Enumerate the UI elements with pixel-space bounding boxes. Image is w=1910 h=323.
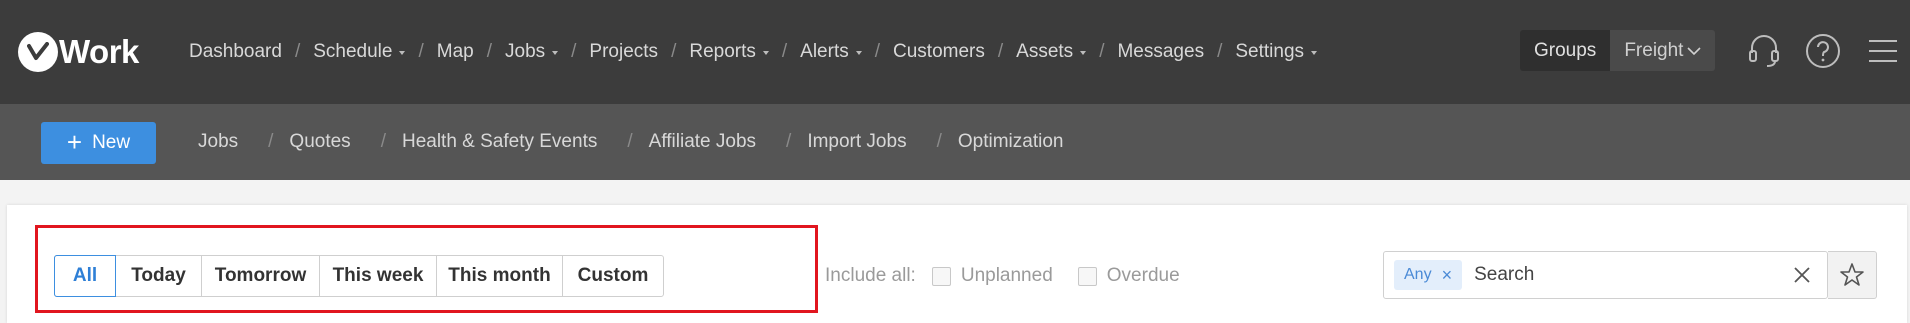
- nav-separator: /: [1099, 41, 1105, 62]
- subnav-separator: /: [268, 131, 274, 152]
- new-button[interactable]: + New: [41, 122, 156, 164]
- subnav-item-affiliate-jobs[interactable]: Affiliate Jobs: [649, 131, 756, 153]
- group-toggle: Groups Freight: [1520, 30, 1716, 71]
- clear-search-icon[interactable]: [1791, 264, 1813, 291]
- app-logo[interactable]: Work: [18, 26, 139, 78]
- nav-separator: /: [997, 41, 1004, 62]
- nav-item-projects[interactable]: Projects: [589, 41, 658, 63]
- subnav-separator: /: [627, 131, 633, 152]
- subnav-item-import-jobs[interactable]: Import Jobs: [807, 131, 906, 153]
- nav-separator: /: [874, 41, 881, 62]
- nav-item-label: Map: [436, 41, 474, 62]
- nav-separator: /: [781, 41, 788, 62]
- caret-down-icon: [399, 51, 406, 55]
- plus-icon: +: [66, 126, 83, 157]
- nav-item-alerts[interactable]: Alerts: [800, 41, 862, 63]
- nav-item-label: Messages: [1117, 41, 1205, 62]
- nav-item-label: Projects: [589, 41, 659, 62]
- nav-separator: /: [1217, 41, 1223, 62]
- help-icon[interactable]: [1805, 33, 1841, 69]
- nav-item-dashboard[interactable]: Dashboard: [189, 41, 282, 63]
- caret-down-icon: [762, 51, 769, 55]
- nav-item-schedule[interactable]: Schedule: [313, 41, 406, 63]
- nav-item-label: Schedule: [313, 41, 393, 62]
- nav-item-label: Settings: [1235, 41, 1305, 62]
- nav-item-label: Assets: [1016, 41, 1074, 62]
- menu-icon[interactable]: [1865, 33, 1901, 69]
- nav-item-customers[interactable]: Customers: [893, 41, 985, 63]
- nav-item-label: Customers: [893, 41, 985, 62]
- nav-separator: /: [571, 41, 577, 62]
- subnav-separator: /: [936, 131, 942, 152]
- nav-item-jobs[interactable]: Jobs: [505, 41, 559, 63]
- nav-separator: /: [671, 41, 677, 62]
- nav-item-map[interactable]: Map: [437, 41, 474, 63]
- caret-down-icon: [1311, 51, 1318, 55]
- search-input[interactable]: [1474, 264, 1775, 286]
- sub-nav: Jobs / Quotes / Health & Safety Events / Affil…: [198, 104, 1063, 180]
- caret-down-icon: [552, 51, 559, 55]
- nav-item-label: Jobs: [505, 41, 546, 62]
- subnav-separator: /: [786, 131, 792, 152]
- nav-item-assets[interactable]: Assets: [1016, 41, 1087, 63]
- freight-dropdown[interactable]: Freight: [1610, 30, 1716, 71]
- unplanned-checkbox[interactable]: [931, 266, 951, 286]
- chevron-down-icon: [1687, 46, 1702, 55]
- freight-label: Freight: [1624, 39, 1684, 61]
- v-check-logo-icon: [18, 32, 58, 72]
- overdue-checkbox[interactable]: [1077, 266, 1097, 286]
- nav-item-label: Dashboard: [189, 41, 282, 62]
- nav-item-reports[interactable]: Reports: [689, 41, 769, 63]
- overdue-label: Overdue: [1106, 265, 1180, 286]
- new-button-label: New: [92, 132, 131, 153]
- filter-chip-any[interactable]: Any ×: [1394, 260, 1463, 290]
- nav-separator: /: [486, 41, 492, 62]
- main-nav: Dashboard / Schedule / Map / Jobs / Projects / Rep…: [189, 0, 1318, 104]
- include-all-label: Include all:: [825, 265, 916, 286]
- nav-item-label: Reports: [689, 41, 756, 62]
- unplanned-label: Unplanned: [960, 265, 1053, 286]
- caret-down-icon: [1080, 51, 1087, 55]
- include-all-filters: Include all: Unplanned Overdue: [825, 264, 1180, 288]
- nav-separator: /: [418, 41, 424, 62]
- brand-name: Work: [59, 33, 139, 70]
- headset-icon[interactable]: [1746, 33, 1782, 69]
- nav-item-messages[interactable]: Messages: [1117, 41, 1204, 63]
- subnav-item-optimization[interactable]: Optimization: [958, 131, 1064, 153]
- chip-label: Any: [1404, 266, 1432, 283]
- highlight-annotation: [35, 225, 818, 313]
- subnav-item-health-safety-events[interactable]: Health & Safety Events: [402, 131, 597, 153]
- chip-remove-icon[interactable]: ×: [1442, 265, 1453, 286]
- search-box: Any ×: [1383, 251, 1828, 299]
- nav-item-settings[interactable]: Settings: [1235, 41, 1318, 63]
- sub-navbar: + New Jobs / Quotes / Health & Safety Events…: [0, 104, 1910, 180]
- nav-separator: /: [294, 41, 301, 62]
- subnav-item-quotes[interactable]: Quotes: [289, 131, 350, 153]
- nav-item-label: Alerts: [800, 41, 849, 62]
- favorite-star-button[interactable]: [1828, 251, 1877, 299]
- subnav-item-jobs[interactable]: Jobs: [198, 131, 238, 153]
- caret-down-icon: [855, 51, 862, 55]
- groups-button[interactable]: Groups: [1520, 30, 1611, 71]
- top-navbar: Work Dashboard / Schedule / Map / Jobs / Project…: [0, 0, 1910, 104]
- star-icon: [1840, 263, 1864, 286]
- subnav-separator: /: [380, 131, 386, 152]
